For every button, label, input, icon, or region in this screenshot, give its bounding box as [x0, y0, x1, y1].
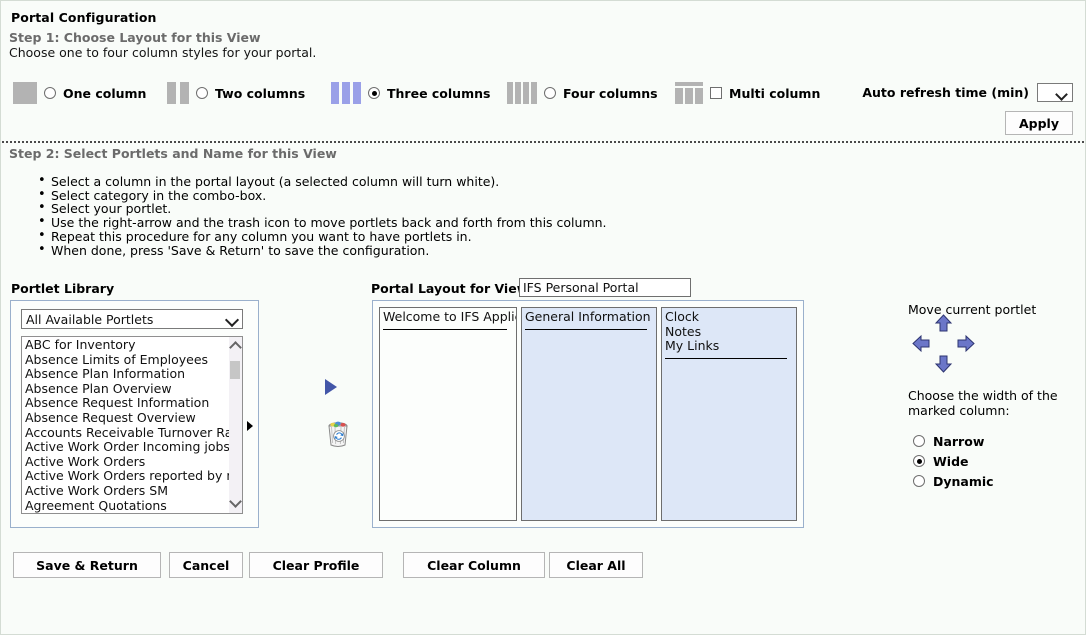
portlet-category-select[interactable]: All Available Portlets	[21, 309, 243, 329]
cancel-button[interactable]: Cancel	[169, 552, 243, 578]
move-down-arrow-icon[interactable]	[934, 354, 953, 376]
scroll-down-icon[interactable]	[231, 497, 240, 506]
apply-button[interactable]: Apply	[1005, 111, 1073, 135]
column-divider	[525, 328, 647, 330]
portlet-library-title: Portlet Library	[11, 281, 115, 296]
step2-heading: Step 2: Select Portlets and Name for thi…	[9, 146, 337, 161]
three-columns-icon	[331, 82, 361, 104]
list-item[interactable]: Absence Request Overview	[22, 411, 243, 426]
list-item[interactable]: Absence Plan Information	[22, 367, 243, 382]
list-item[interactable]: Absence Limits of Employees	[22, 353, 243, 368]
layout-option-two-columns[interactable]: Two columns	[167, 77, 305, 109]
portlet-list-scrollbar[interactable]	[229, 336, 243, 514]
list-item[interactable]: Active Work Orders	[22, 455, 243, 470]
layout-option-four-columns[interactable]: Four columns	[507, 77, 658, 109]
view-name-input[interactable]: IFS Personal Portal	[519, 278, 691, 297]
scrollbar-thumb[interactable]	[230, 361, 240, 379]
auto-refresh-label: Auto refresh time (min)	[862, 85, 1029, 100]
list-item[interactable]: Active Work Orders reported by m	[22, 469, 243, 484]
list-item[interactable]: Agreement Quotations	[22, 499, 243, 513]
dynamic-label: Dynamic	[933, 473, 994, 489]
four-columns-radio[interactable]	[544, 87, 556, 99]
wide-radio[interactable]	[913, 455, 925, 467]
layout-option-one-column[interactable]: One column	[13, 77, 146, 109]
portlet-list[interactable]: ABC for Inventory Absence Limits of Empl…	[21, 336, 243, 514]
two-columns-icon	[167, 82, 189, 104]
move-portlet-right-arrow-icon[interactable]	[325, 379, 337, 395]
save-and-return-button[interactable]: Save & Return	[13, 552, 161, 578]
portal-layout-title: Portal Layout for View	[371, 281, 529, 296]
one-column-icon	[13, 82, 37, 104]
four-columns-icon	[507, 82, 537, 104]
move-left-arrow-icon[interactable]	[912, 334, 931, 356]
one-column-radio[interactable]	[44, 87, 56, 99]
move-right-arrow-icon[interactable]	[956, 334, 975, 356]
portlet-item[interactable]: My Links	[665, 338, 793, 354]
dynamic-radio[interactable]	[913, 475, 925, 487]
page-title: Portal Configuration	[11, 10, 157, 25]
portal-column-2[interactable]: General Information	[521, 307, 657, 521]
list-item: Select category in the combo-box.	[38, 188, 607, 202]
multi-column-icon	[675, 82, 703, 104]
one-column-label: One column	[63, 85, 147, 101]
list-item[interactable]: Approve Documents	[22, 513, 243, 514]
step1-subtext: Choose one to four column styles for you…	[9, 45, 317, 60]
portlet-item[interactable]: Clock	[665, 309, 793, 325]
column-width-title: Choose the width of the marked column:	[908, 388, 1058, 418]
step1-heading: Step 1: Choose Layout for this View	[9, 30, 261, 45]
list-item[interactable]: Active Work Order Incoming jobs	[22, 440, 243, 455]
layout-option-multi-column[interactable]: Multi column	[675, 77, 820, 109]
portal-column-3[interactable]: Clock Notes My Links	[661, 307, 797, 521]
list-item: Select your portlet.	[38, 201, 607, 215]
list-item[interactable]: Absence Plan Overview	[22, 382, 243, 397]
portlet-category-value: All Available Portlets	[26, 312, 154, 327]
multi-column-label: Multi column	[729, 85, 821, 101]
column-divider	[383, 328, 507, 330]
four-columns-label: Four columns	[563, 85, 658, 101]
three-columns-label: Three columns	[387, 85, 491, 101]
chevron-down-icon	[224, 312, 240, 328]
step2-instructions: Select a column in the portal layout (a …	[31, 174, 607, 257]
wide-label: Wide	[933, 453, 969, 469]
column-width-options: Narrow Wide Dynamic	[913, 431, 994, 491]
portlet-item[interactable]: Welcome to IFS Applica	[383, 309, 516, 325]
two-columns-radio[interactable]	[196, 87, 208, 99]
portlet-item[interactable]: Notes	[665, 324, 793, 340]
list-item: Select a column in the portal layout (a …	[38, 174, 607, 188]
list-item: When done, press 'Save & Return' to save…	[38, 243, 607, 257]
three-columns-radio[interactable]	[368, 87, 380, 99]
portal-configuration-page: Portal Configuration Step 1: Choose Layo…	[0, 0, 1086, 635]
narrow-radio[interactable]	[913, 435, 925, 447]
move-up-arrow-icon[interactable]	[934, 314, 953, 336]
library-resize-handle-icon[interactable]	[247, 421, 253, 431]
portal-column-1[interactable]: Welcome to IFS Applica	[379, 307, 517, 521]
width-option-wide[interactable]: Wide	[913, 451, 994, 471]
section-divider	[2, 141, 1084, 143]
list-item[interactable]: ABC for Inventory	[22, 338, 243, 353]
scroll-up-icon[interactable]	[231, 343, 240, 352]
list-item[interactable]: Accounts Receivable Turnover Rate	[22, 426, 243, 441]
portlet-item[interactable]: General Information	[525, 309, 653, 325]
width-option-narrow[interactable]: Narrow	[913, 431, 994, 451]
trash-icon[interactable]	[325, 419, 351, 447]
list-item: Use the right-arrow and the trash icon t…	[38, 215, 607, 229]
column-divider	[665, 357, 787, 359]
portlet-library-panel: All Available Portlets ABC for Inventory…	[10, 300, 259, 528]
width-option-dynamic[interactable]: Dynamic	[913, 471, 994, 491]
clear-profile-button[interactable]: Clear Profile	[249, 552, 383, 578]
narrow-label: Narrow	[933, 433, 985, 449]
portlet-list-items: ABC for Inventory Absence Limits of Empl…	[22, 337, 243, 514]
move-portlet-pad	[906, 314, 981, 376]
list-item: Repeat this procedure for any column you…	[38, 229, 607, 243]
clear-column-button[interactable]: Clear Column	[403, 552, 545, 578]
auto-refresh-select[interactable]	[1037, 83, 1073, 102]
portal-layout-panel: Welcome to IFS Applica General Informati…	[372, 300, 804, 528]
list-item[interactable]: Active Work Orders SM	[22, 484, 243, 499]
layout-option-three-columns[interactable]: Three columns	[331, 77, 490, 109]
clear-all-button[interactable]: Clear All	[549, 552, 643, 578]
multi-column-checkbox[interactable]	[710, 87, 722, 99]
auto-refresh-group: Auto refresh time (min)	[862, 83, 1073, 102]
two-columns-label: Two columns	[215, 85, 306, 101]
list-item[interactable]: Absence Request Information	[22, 396, 243, 411]
